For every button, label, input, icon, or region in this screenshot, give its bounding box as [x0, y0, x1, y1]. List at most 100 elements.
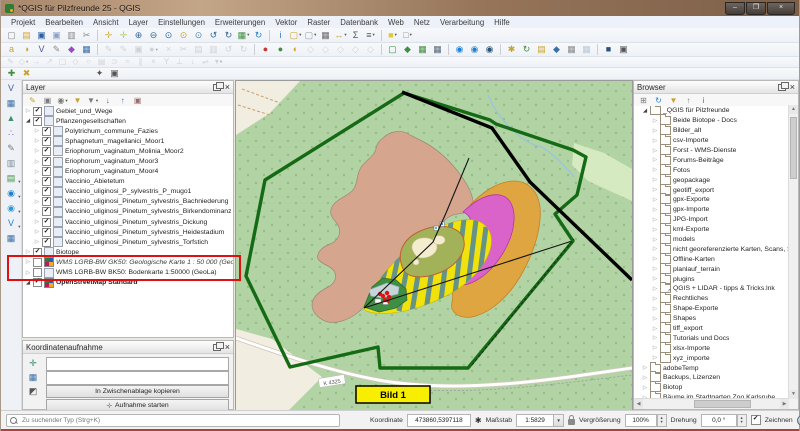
coordinate-panel-header[interactable]: Koordinatenaufnahme × [23, 341, 233, 354]
undock-panel-icon[interactable] [778, 84, 786, 91]
zoom-next-icon[interactable]: ↻ [221, 29, 236, 42]
add-vector-quick-icon[interactable]: V [34, 43, 49, 56]
raster-grid-icon[interactable]: ▦ [79, 43, 94, 56]
browser-item[interactable]: ▷Forums-Beiträge [634, 155, 789, 165]
select-features-icon[interactable]: ▢▾ [288, 29, 303, 42]
layer-item[interactable]: ▷✓Gebiet_und_Wege [23, 106, 233, 116]
expand-icon[interactable]: ▷ [652, 167, 658, 173]
close-panel-icon[interactable]: × [225, 343, 230, 351]
scroll-up-icon[interactable]: ▲ [789, 105, 798, 114]
menu-netz[interactable]: Netz [409, 18, 435, 27]
browser-item[interactable]: ◢_QGIS für Pilzfreunde [634, 106, 789, 116]
coordinate-field-1[interactable] [46, 357, 229, 371]
mouse-position-icon[interactable]: ✱ [475, 416, 482, 425]
expand-icon[interactable]: ▷ [34, 169, 40, 175]
expand-icon[interactable]: ▷ [652, 157, 658, 163]
filter-by-expression-icon[interactable]: ▼▾ [86, 95, 99, 106]
new-spatialite-layer-icon[interactable]: ▦ [415, 43, 430, 56]
track-mouse-icon[interactable]: ◩ [27, 386, 39, 398]
map-extent-icon[interactable]: ▣ [616, 43, 631, 56]
menu-datenbank[interactable]: Datenbank [335, 18, 383, 27]
new-map-view-icon[interactable]: ▦▾ [236, 29, 251, 42]
expand-icon[interactable]: ▷ [652, 187, 658, 193]
rotation-value[interactable]: 0,0 ° [701, 414, 737, 427]
scrollbar-thumb[interactable] [694, 400, 751, 408]
maximize-button[interactable]: ❐ [746, 2, 766, 15]
close-panel-icon[interactable]: × [790, 83, 795, 91]
undock-panel-icon[interactable] [213, 344, 221, 351]
browser-item[interactable]: ▷planlauf_terrain [634, 264, 789, 274]
zoom-in-icon[interactable]: ⊕ [131, 29, 146, 42]
browser-item[interactable]: ▷Backups, Lizenzen [634, 373, 789, 383]
browser-item[interactable]: ▷Biotop [634, 383, 789, 393]
expand-icon[interactable]: ▷ [652, 118, 658, 124]
menu-verarbeitung[interactable]: Verarbeitung [435, 18, 489, 27]
expand-icon[interactable]: ▷ [25, 108, 31, 114]
browser-item[interactable]: ▷Rechtliches [634, 294, 789, 304]
new-project-icon[interactable]: ▢ [4, 29, 19, 42]
add-wfs-layer-icon[interactable]: ◉ [482, 43, 497, 56]
processing-history-icon[interactable]: ↻ [519, 43, 534, 56]
add-selected-layers-icon[interactable]: ⊞ [637, 95, 650, 106]
manage-map-themes-icon[interactable]: ◉▾ [56, 95, 69, 106]
scale-dropdown-icon[interactable]: ▼ [554, 414, 564, 427]
add-virtual-layer-icon[interactable]: ▥ [4, 157, 19, 170]
browser-item[interactable]: ▷nicht georeferenzierte Karten, Scans, S [634, 244, 789, 254]
menu-ansicht[interactable]: Ansicht [88, 18, 124, 27]
expand-icon[interactable]: ▷ [34, 199, 40, 205]
add-arcgis-icon[interactable]: ◉▾ [4, 202, 19, 215]
new-virtual-layer-icon[interactable]: ▦ [430, 43, 445, 56]
layer-item[interactable]: ▷✓Vaccinio_uliginosi_Pinetum_sylvestris_… [23, 197, 233, 207]
browser-item[interactable]: ▷xyz_importe [634, 353, 789, 363]
grid-capture-icon[interactable]: ▦ [27, 372, 39, 384]
refresh-browser-icon[interactable]: ↻ [652, 95, 665, 106]
browser-panel-header[interactable]: Browser × [634, 81, 798, 94]
expand-icon[interactable]: ▷ [34, 179, 40, 185]
crs-capture-icon[interactable]: ✛ [27, 358, 39, 370]
menu-erweiterungen[interactable]: Erweiterungen [210, 18, 270, 27]
collapse-all-icon[interactable]: ↑ [116, 95, 129, 106]
layer-checkbox[interactable]: ✓ [42, 187, 51, 196]
add-group-icon[interactable]: ▣ [41, 95, 54, 106]
layer-item[interactable]: ◢✓Pflanzengesellschaften [23, 116, 233, 126]
browser-horizontal-scrollbar[interactable]: ◀ ▶ [634, 398, 789, 409]
expand-icon[interactable]: ▷ [34, 128, 40, 134]
browser-item[interactable]: ▷gpx-Importe [634, 205, 789, 215]
browser-item[interactable]: ▷Tutorials und Docs [634, 333, 789, 343]
expand-icon[interactable]: ▷ [652, 148, 658, 154]
open-project-icon[interactable]: ▤ [19, 29, 34, 42]
magnifier-spinner[interactable]: ▲▼ [657, 414, 667, 427]
expand-icon[interactable]: ▷ [652, 207, 658, 213]
browser-item[interactable]: ▷models [634, 235, 789, 245]
marker-green-icon[interactable]: ● [273, 43, 288, 56]
menu-projekt[interactable]: Projekt [6, 18, 40, 27]
zoom-to-layer-icon[interactable]: ⊙ [191, 29, 206, 42]
layer-item[interactable]: ▷✓Eriophorum_vaginatum_Molinia_Moor2 [23, 146, 233, 156]
browser-item[interactable]: ▷Bilder_alt [634, 126, 789, 136]
layer-checkbox[interactable]: ✓ [42, 197, 51, 206]
open-layer-styling-icon[interactable]: ✎ [26, 95, 39, 106]
save-map-image-icon[interactable]: ▣ [107, 67, 122, 80]
copy-to-clipboard-button[interactable]: In Zwischenablage kopieren [46, 385, 229, 398]
crs-globe-icon[interactable] [797, 415, 800, 426]
coordinate-field-2[interactable] [46, 371, 229, 385]
expand-icon[interactable]: ▷ [652, 246, 658, 252]
save-project-icon[interactable]: ▣ [34, 29, 49, 42]
layer-checkbox[interactable]: ✓ [42, 147, 51, 156]
data-source-manager-icon[interactable]: ≡▾ [363, 29, 378, 42]
browser-item[interactable]: ▷Shape-Exporte [634, 304, 789, 314]
annotation-marker-icon[interactable]: ◆ [64, 43, 79, 56]
layer-checkbox[interactable]: ✓ [42, 127, 51, 136]
filter-legend-icon[interactable]: ▼ [71, 95, 84, 106]
layer-checkbox[interactable]: ✓ [42, 218, 51, 227]
layer-checkbox[interactable]: ✓ [33, 107, 42, 116]
layer-item[interactable]: ▷✓Eriophorum_vaginatum_Moor3 [23, 156, 233, 166]
minimize-button[interactable]: – [725, 2, 745, 15]
layer-checkbox[interactable]: ✓ [42, 167, 51, 176]
show-layout-manager-icon[interactable]: ✂ [79, 29, 94, 42]
layout-panel-icon[interactable]: ■ [601, 43, 616, 56]
map-tips-icon[interactable]: □▾ [400, 29, 415, 42]
coordinate-value[interactable]: 473860,5397118 [407, 414, 471, 427]
browser-item[interactable]: ▷Forst - WMS-Dienste [634, 146, 789, 156]
browser-item[interactable]: ▷plugins [634, 274, 789, 284]
